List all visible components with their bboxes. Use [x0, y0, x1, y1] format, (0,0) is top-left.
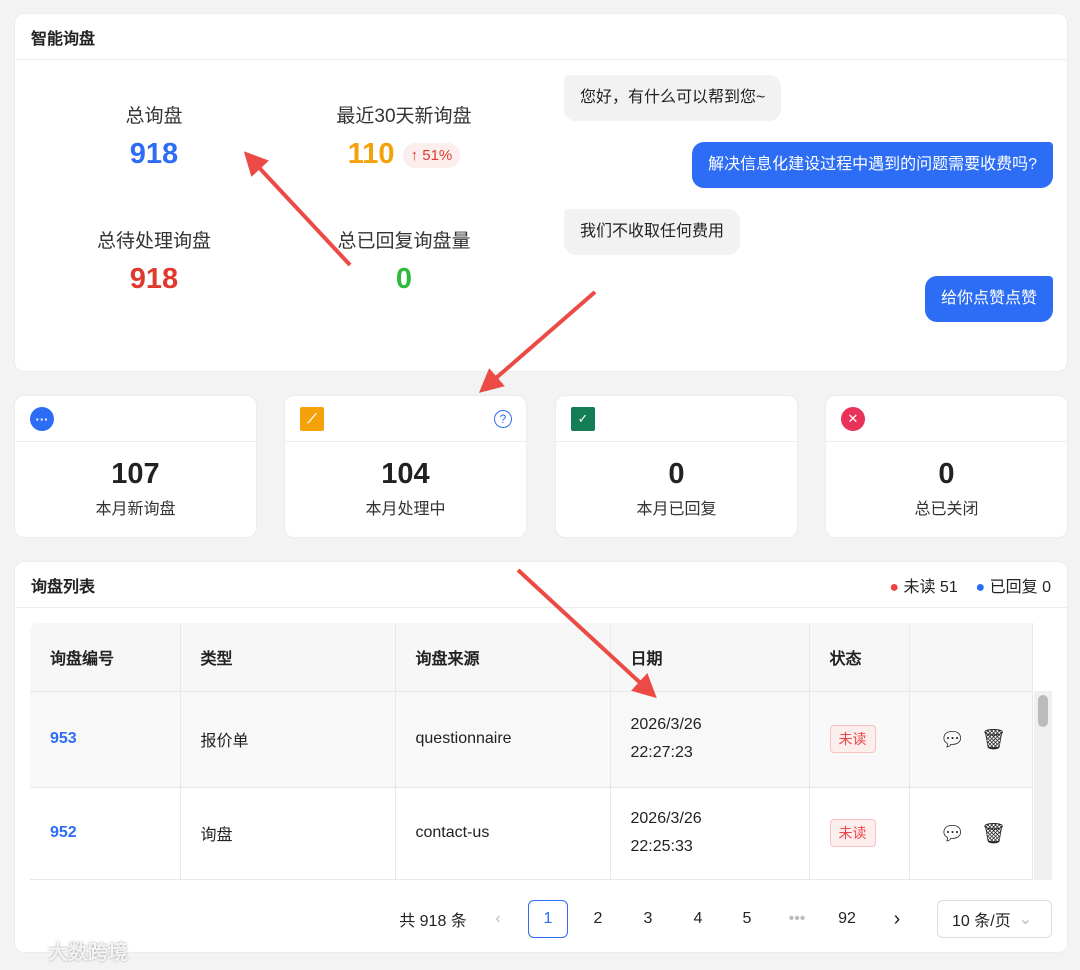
annotation-arrows [243, 151, 657, 699]
arrow [516, 568, 657, 699]
arrow [243, 151, 352, 267]
arrow [478, 290, 597, 393]
